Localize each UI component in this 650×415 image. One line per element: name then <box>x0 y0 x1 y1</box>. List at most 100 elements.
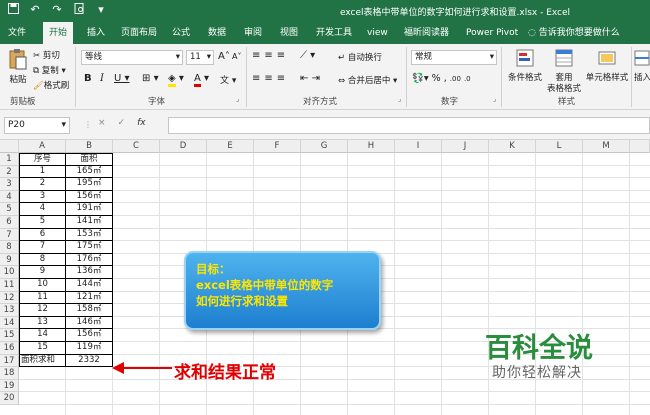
save-icon[interactable] <box>6 3 20 17</box>
table-cell[interactable]: 10 <box>19 279 66 292</box>
underline-button[interactable]: U ▾ <box>114 73 130 84</box>
column-header[interactable]: F <box>254 140 301 153</box>
column-header[interactable]: E <box>207 140 254 153</box>
tab-home[interactable]: 开始 <box>43 22 74 44</box>
enter-button[interactable]: ✓ <box>118 118 126 128</box>
dialog-launcher-icon[interactable]: ⌟ <box>493 95 496 103</box>
tell-me-search[interactable]: ◌ 告诉我你想要做什么 <box>528 22 620 44</box>
insert-cells-button[interactable]: 插入 <box>634 48 650 83</box>
tab-view[interactable]: 视图 <box>280 22 298 44</box>
column-header[interactable]: J <box>442 140 489 153</box>
column-header[interactable]: H <box>348 140 395 153</box>
font-name-select[interactable]: 等线 ▾ <box>81 50 183 65</box>
row-header[interactable]: 8 <box>0 241 19 254</box>
row-header[interactable]: 12 <box>0 291 19 305</box>
table-cell[interactable]: 119㎡ <box>66 342 113 355</box>
column-header[interactable]: C <box>113 140 160 153</box>
merge-center-button[interactable]: ⇔ 合并后居中 ▾ <box>338 74 397 86</box>
table-cell[interactable]: 141㎡ <box>66 216 113 229</box>
undo-icon[interactable]: ↶ <box>28 3 42 17</box>
column-header[interactable]: A <box>19 140 66 153</box>
table-cell[interactable]: 13 <box>19 316 66 330</box>
row-header[interactable]: 5 <box>0 203 19 216</box>
row-header[interactable]: 2 <box>0 165 19 179</box>
row-header[interactable]: 20 <box>0 392 19 405</box>
horizontal-align-buttons[interactable]: ≡≡≡ <box>252 73 289 84</box>
tab-file[interactable]: 文件 <box>8 22 26 44</box>
table-cell[interactable]: 2 <box>19 178 66 191</box>
tab-review[interactable]: 审阅 <box>244 22 262 44</box>
cell-styles-button[interactable]: 单元格样式 <box>584 48 630 83</box>
row-header[interactable]: 10 <box>0 266 19 279</box>
table-cell[interactable]: 176㎡ <box>66 253 113 267</box>
row-header[interactable]: 4 <box>0 190 19 204</box>
table-cell[interactable]: 12 <box>19 304 66 317</box>
redo-icon[interactable]: ↷ <box>50 3 64 17</box>
italic-button[interactable]: I <box>100 73 104 84</box>
table-cell[interactable]: 156㎡ <box>66 190 113 204</box>
table-cell[interactable]: 191㎡ <box>66 203 113 216</box>
table-cell[interactable]: 175㎡ <box>66 241 113 254</box>
table-cell[interactable]: 7 <box>19 241 66 254</box>
column-header[interactable]: I <box>395 140 442 153</box>
grow-font-button[interactable]: A˄ <box>218 51 230 62</box>
table-cell[interactable]: 面积 <box>66 153 113 166</box>
column-header[interactable]: M <box>583 140 630 153</box>
customize-qat-icon[interactable]: ▾ <box>94 3 108 17</box>
tab-developer[interactable]: 开发工具 <box>316 22 352 44</box>
cut-button[interactable]: ✂ 剪切 <box>33 49 60 61</box>
row-header[interactable]: 17 <box>0 354 19 368</box>
font-size-select[interactable]: 11 ▾ <box>186 50 214 65</box>
table-cell[interactable]: 2332 <box>66 354 113 368</box>
row-header[interactable]: 9 <box>0 253 19 267</box>
table-cell[interactable]: 156㎡ <box>66 329 113 342</box>
dialog-launcher-icon[interactable]: ⌟ <box>398 95 401 103</box>
conditional-formatting-button[interactable]: 条件格式 <box>506 48 544 83</box>
row-header[interactable]: 19 <box>0 379 19 393</box>
column-header[interactable]: B <box>66 140 113 153</box>
vertical-align-buttons[interactable]: ≡≡≡ <box>252 50 289 61</box>
table-cell[interactable]: 8 <box>19 253 66 267</box>
row-header[interactable]: 16 <box>0 342 19 355</box>
row-header[interactable]: 13 <box>0 304 19 317</box>
tab-view-en[interactable]: view <box>367 22 388 44</box>
column-header[interactable]: D <box>160 140 207 153</box>
table-cell[interactable]: 3 <box>19 190 66 204</box>
fill-color-button[interactable]: ◈ ▾ <box>168 73 184 87</box>
tab-data[interactable]: 数据 <box>208 22 226 44</box>
tab-power-pivot[interactable]: Power Pivot <box>466 22 518 44</box>
format-painter-button[interactable]: 🖌格式刷 <box>33 79 69 91</box>
table-cell[interactable]: 165㎡ <box>66 165 113 179</box>
copy-button[interactable]: ⧉ 复制 ▾ <box>33 64 66 76</box>
table-cell[interactable]: 146㎡ <box>66 316 113 330</box>
wrap-text-button[interactable]: ↵ 自动换行 <box>338 51 382 63</box>
column-header[interactable]: K <box>489 140 536 153</box>
row-header[interactable]: 3 <box>0 178 19 191</box>
table-cell[interactable]: 面积求和 <box>19 354 66 368</box>
number-buttons[interactable]: 💱▾ % , .00 .0 <box>412 73 471 84</box>
row-header[interactable]: 14 <box>0 316 19 330</box>
table-cell[interactable]: 11 <box>19 291 66 305</box>
indent-buttons[interactable]: ⇤ ⇥ <box>300 73 320 84</box>
table-cell[interactable]: 6 <box>19 228 66 242</box>
column-header[interactable]: G <box>301 140 348 153</box>
table-cell[interactable]: 5 <box>19 216 66 229</box>
paste-button[interactable]: 粘贴 <box>6 48 30 85</box>
tab-formulas[interactable]: 公式 <box>172 22 190 44</box>
bold-button[interactable]: B <box>84 73 92 84</box>
formula-input[interactable] <box>168 117 650 134</box>
font-color-button[interactable]: A ▾ <box>194 73 209 87</box>
table-cell[interactable]: 195㎡ <box>66 178 113 191</box>
borders-button[interactable]: ⊞ ▾ <box>142 73 159 84</box>
format-as-table-button[interactable]: 套用 表格格式 <box>544 48 584 94</box>
table-cell[interactable]: 144㎡ <box>66 279 113 292</box>
row-header[interactable]: 15 <box>0 329 19 342</box>
dialog-launcher-icon[interactable]: ⌟ <box>236 95 239 103</box>
shrink-font-button[interactable]: A˅ <box>232 52 241 61</box>
column-header[interactable] <box>630 140 650 153</box>
table-cell[interactable]: 136㎡ <box>66 266 113 279</box>
orientation-button[interactable]: ⟋ ▾ <box>300 50 315 61</box>
row-header[interactable]: 18 <box>0 367 19 380</box>
phonetic-button[interactable]: 文 ▾ <box>220 73 236 86</box>
cancel-button[interactable]: × <box>98 118 106 128</box>
